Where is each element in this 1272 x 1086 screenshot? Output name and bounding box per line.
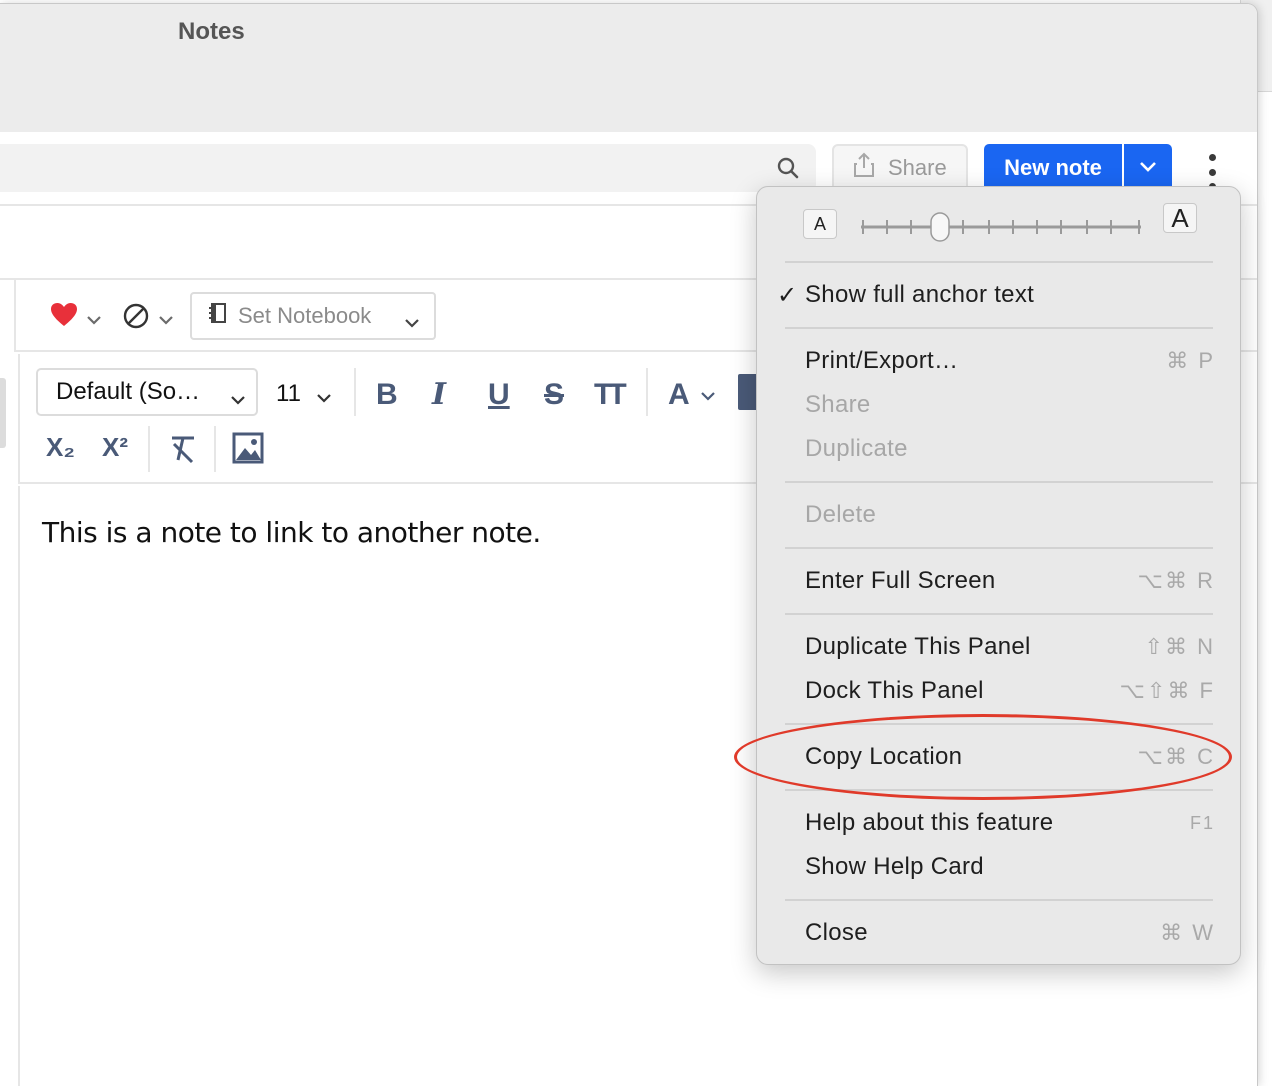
menu-separator (785, 481, 1213, 483)
menu-item-label: Show Help Card (805, 853, 984, 880)
menu-item-label: Duplicate This Panel (805, 633, 1031, 660)
menu-item-label: Delete (805, 501, 877, 528)
font-size-slider[interactable] (861, 212, 1141, 242)
note-body-text[interactable]: This is a note to link to another note. (42, 516, 541, 549)
title-bar: Notes (0, 4, 1257, 132)
menu-item-delete: Delete (805, 495, 1215, 535)
divider (148, 426, 150, 472)
italic-button[interactable]: I (432, 380, 446, 410)
superscript-button[interactable]: X² (102, 434, 128, 460)
menu-item-label: Help about this feature (805, 809, 1054, 836)
increase-font-size-button[interactable]: A (1163, 203, 1197, 233)
clear-formatting-icon[interactable] (168, 434, 198, 469)
menu-separator (785, 261, 1213, 263)
divider (354, 368, 356, 416)
menu-item-share: Share (805, 385, 1215, 425)
chevron-down-icon (404, 308, 420, 334)
shortcut-label: ⇧⌘ N (1144, 634, 1215, 659)
menu-item-enter-full-screen[interactable]: Enter Full Screen ⌥⌘ R (805, 561, 1215, 601)
chevron-down-icon (1139, 159, 1157, 177)
chevron-down-icon[interactable] (158, 312, 174, 330)
chevron-down-icon (316, 382, 332, 410)
new-note-dropdown-button[interactable] (1124, 144, 1172, 192)
menu-item-label: Duplicate (805, 435, 908, 462)
strikethrough-button[interactable]: S (544, 380, 564, 410)
divider (646, 368, 648, 416)
shortcut-label: ⌥⌘ R (1137, 568, 1215, 593)
menu-item-dock-this-panel[interactable]: Dock This Panel ⌥⇧⌘ F (805, 671, 1215, 711)
menu-item-duplicate: Duplicate (805, 429, 1215, 469)
checkmark-icon: ✓ (777, 282, 798, 309)
menu-separator (785, 547, 1213, 549)
bold-button[interactable]: B (376, 380, 398, 410)
menu-item-label: Dock This Panel (805, 677, 984, 704)
no-status-icon[interactable] (122, 302, 150, 335)
notebook-select[interactable]: Set Notebook (190, 292, 436, 340)
decrease-font-size-button[interactable]: A (803, 209, 837, 239)
insert-image-icon[interactable] (232, 432, 264, 469)
menu-item-label: Share (805, 391, 871, 418)
search-icon[interactable] (776, 156, 800, 185)
text-color-button[interactable]: A (668, 380, 690, 410)
text-size-button[interactable]: TT (594, 380, 627, 410)
menu-item-label: Show full anchor text (805, 281, 1035, 308)
annotation-highlight-ellipse (734, 714, 1232, 800)
shortcut-label: ⌘ W (1160, 920, 1215, 945)
chevron-down-icon (230, 384, 246, 412)
menu-item-label: Enter Full Screen (805, 567, 996, 594)
chevron-down-icon[interactable] (700, 388, 716, 406)
menu-separator (785, 613, 1213, 615)
dot (1208, 168, 1216, 176)
notebook-label: Set Notebook (238, 303, 372, 328)
menu-item-print-export[interactable]: Print/Export… ⌘ P (805, 341, 1215, 381)
menu-item-label: Print/Export… (805, 347, 959, 374)
menu-separator (785, 327, 1213, 329)
menu-item-duplicate-this-panel[interactable]: Duplicate This Panel ⇧⌘ N (805, 627, 1215, 667)
font-family-value: Default (So… (56, 378, 201, 405)
new-note-button[interactable]: New note (984, 144, 1122, 192)
menu-separator (785, 899, 1213, 901)
font-size-value: 11 (276, 380, 301, 407)
divider (214, 426, 216, 472)
shortcut-label: F1 (1189, 812, 1215, 833)
underline-button[interactable]: U (488, 380, 510, 410)
shortcut-label: ⌥⇧⌘ F (1119, 678, 1215, 703)
share-button[interactable]: Share (832, 144, 968, 192)
side-panel-handle[interactable] (0, 378, 6, 448)
chevron-down-icon[interactable] (86, 312, 102, 330)
font-family-select[interactable]: Default (So… (36, 368, 258, 416)
font-size-select[interactable]: 11 (276, 380, 331, 408)
share-icon (852, 152, 876, 184)
slider-thumb (930, 212, 950, 242)
search-input[interactable] (0, 144, 816, 192)
favorite-heart-icon[interactable] (50, 302, 78, 333)
panel-options-menu: A A ✓ Show full anchor text Print/Export… (756, 186, 1241, 965)
subscript-button[interactable]: X₂ (46, 434, 75, 460)
share-label: Share (888, 155, 947, 180)
menu-item-close[interactable]: Close ⌘ W (805, 913, 1215, 953)
menu-item-show-help-card[interactable]: Show Help Card (805, 847, 1215, 887)
menu-item-help-about-feature[interactable]: Help about this feature F1 (805, 803, 1215, 843)
window-title: Notes (178, 18, 245, 45)
dot (1208, 154, 1216, 161)
notebook-icon (208, 302, 228, 330)
shortcut-label: ⌘ P (1166, 348, 1215, 373)
menu-item-show-full-anchor-text[interactable]: Show full anchor text (805, 275, 1215, 315)
menu-item-label: Close (805, 919, 868, 946)
